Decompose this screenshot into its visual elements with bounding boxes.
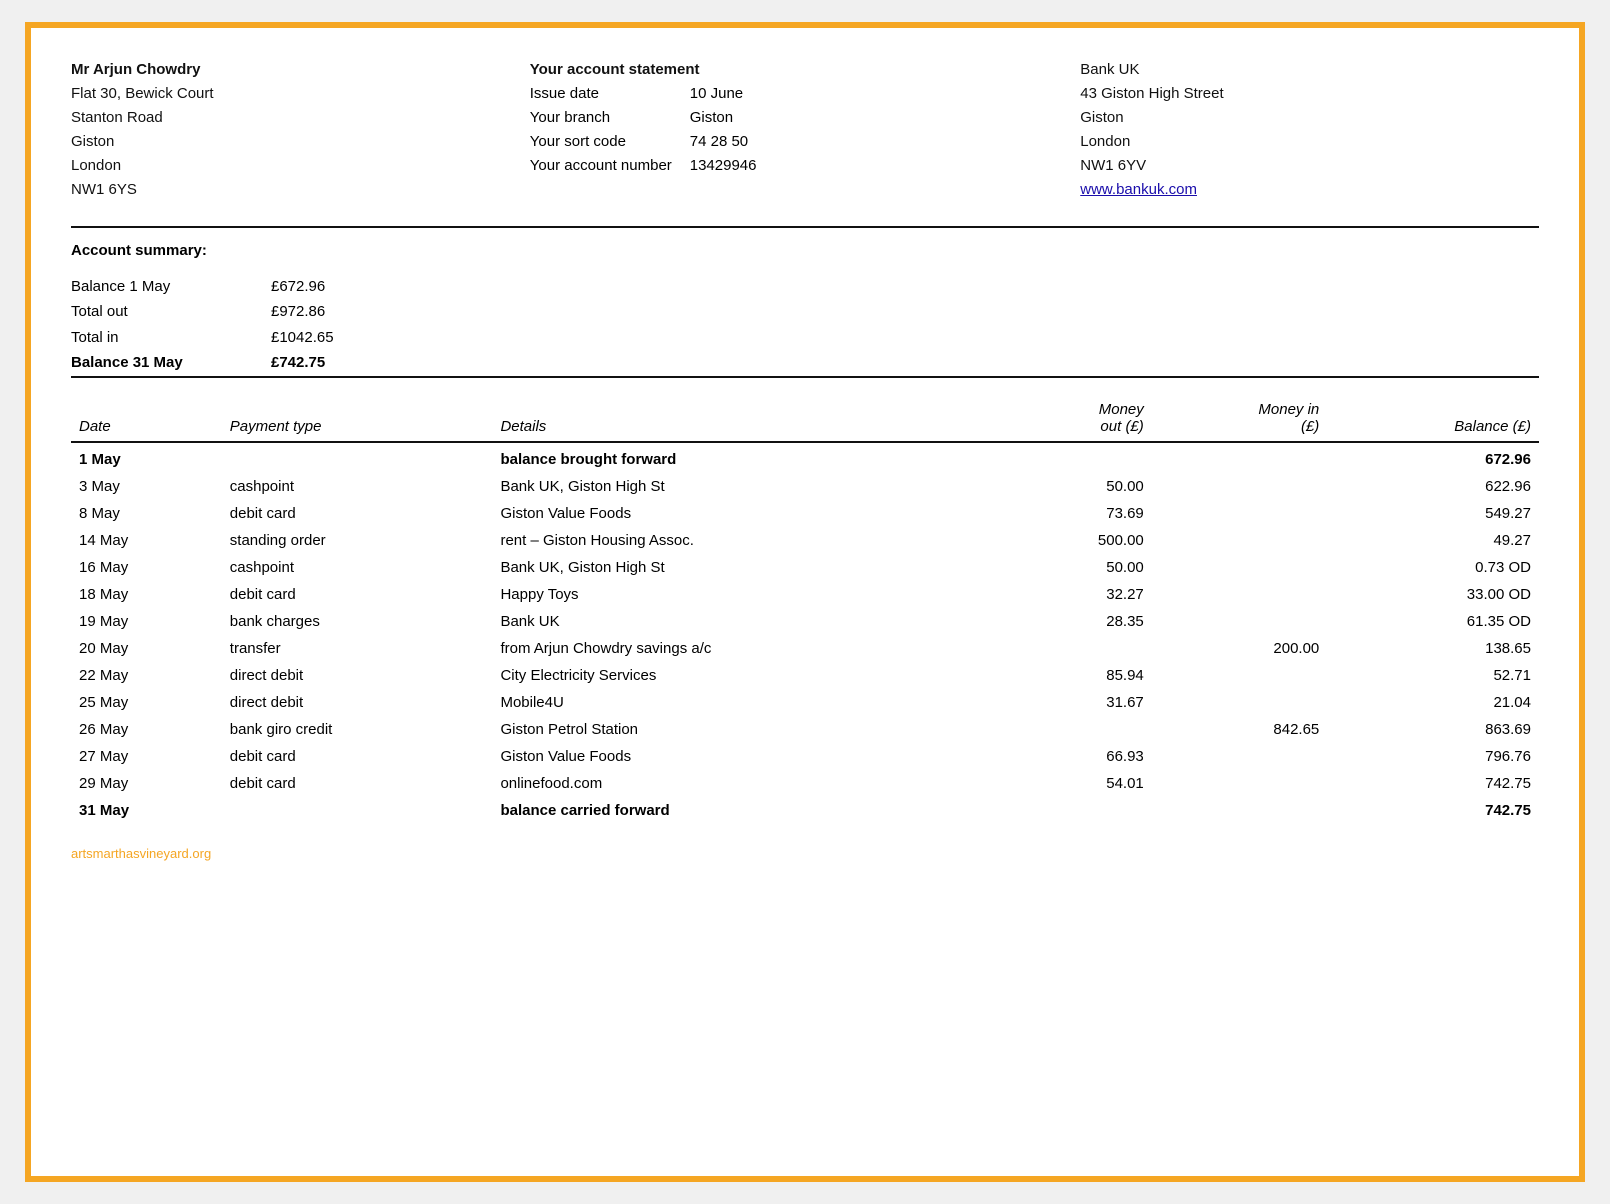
col-date: Date [71,377,222,442]
footer: artsmarthasvineyard.org [71,836,1539,863]
table-row: 22 Maydirect debitCity Electricity Servi… [71,662,1539,689]
bank-website[interactable]: www.bankuk.com [1080,178,1539,202]
summary-row: Balance 31 May£742.75 [71,350,1539,376]
account-label: Your account number [530,154,690,178]
statement-title: Your account statement [530,58,1081,82]
bank-name: Bank UK [1080,58,1539,82]
sort-value: 74 28 50 [690,130,748,154]
table-header-row: Date Payment type Details Money out (£) … [71,377,1539,442]
table-row: 3 MaycashpointBank UK, Giston High St50.… [71,473,1539,500]
table-row: 16 MaycashpointBank UK, Giston High St50… [71,554,1539,581]
summary-row: Total out£972.86 [71,299,1539,325]
header-divider [71,226,1539,228]
bank-address1: 43 Giston High Street [1080,82,1539,106]
table-row: 27 Maydebit cardGiston Value Foods66.937… [71,743,1539,770]
table-row: 25 Maydirect debitMobile4U31.6721.04 [71,689,1539,716]
col-balance: Balance (£) [1327,377,1539,442]
bank-address2: Giston [1080,106,1539,130]
customer-address-line2: Stanton Road [71,106,530,130]
table-row: 14 Maystanding orderrent – Giston Housin… [71,527,1539,554]
account-value: 13429946 [690,154,757,178]
customer-address-line5: NW1 6YS [71,178,530,202]
customer-address-line1: Flat 30, Bewick Court [71,82,530,106]
statement-info: Your account statement Issue date 10 Jun… [530,58,1081,202]
table-row: 20 Maytransferfrom Arjun Chowdry savings… [71,635,1539,662]
col-money-out: Money out (£) [1011,377,1152,442]
footer-link[interactable]: artsmarthasvineyard.org [71,846,211,861]
account-summary: Account summary: [71,238,1539,264]
summary-row: Total in£1042.65 [71,325,1539,351]
bank-address4: NW1 6YV [1080,154,1539,178]
issue-row: Issue date 10 June [530,82,1081,106]
col-details: Details [492,377,1010,442]
table-row: 18 Maydebit cardHappy Toys32.2733.00 OD [71,581,1539,608]
branch-row: Your branch Giston [530,106,1081,130]
sort-label: Your sort code [530,130,690,154]
customer-address: Mr Arjun Chowdry Flat 30, Bewick Court S… [71,58,530,202]
col-money-in: Money in (£) [1152,377,1328,442]
bank-address3: London [1080,130,1539,154]
table-row: 8 Maydebit cardGiston Value Foods73.6954… [71,500,1539,527]
summary-rows-container: Balance 1 May£672.96Total out£972.86Tota… [71,274,1539,376]
customer-name: Mr Arjun Chowdry [71,58,530,82]
account-row: Your account number 13429946 [530,154,1081,178]
table-row: 19 Maybank chargesBank UK28.3561.35 OD [71,608,1539,635]
col-payment-type: Payment type [222,377,493,442]
document-container: Mr Arjun Chowdry Flat 30, Bewick Court S… [25,22,1585,1182]
table-row: 26 Maybank giro creditGiston Petrol Stat… [71,716,1539,743]
summary-title: Account summary: [71,238,1539,264]
issue-label: Issue date [530,82,690,106]
table-row: 29 Maydebit cardonlinefood.com54.01742.7… [71,770,1539,797]
customer-address-line3: Giston [71,130,530,154]
sort-row: Your sort code 74 28 50 [530,130,1081,154]
branch-label: Your branch [530,106,690,130]
table-row: 31 Maybalance carried forward742.75 [71,797,1539,824]
header-section: Mr Arjun Chowdry Flat 30, Bewick Court S… [71,58,1539,202]
summary-row: Balance 1 May£672.96 [71,274,1539,300]
table-row: 1 Maybalance brought forward672.96 [71,442,1539,473]
statement-table: Date Payment type Details Money out (£) … [71,376,1539,824]
branch-value: Giston [690,106,733,130]
bank-info: Bank UK 43 Giston High Street Giston Lon… [1080,58,1539,202]
issue-value: 10 June [690,82,743,106]
customer-address-line4: London [71,154,530,178]
